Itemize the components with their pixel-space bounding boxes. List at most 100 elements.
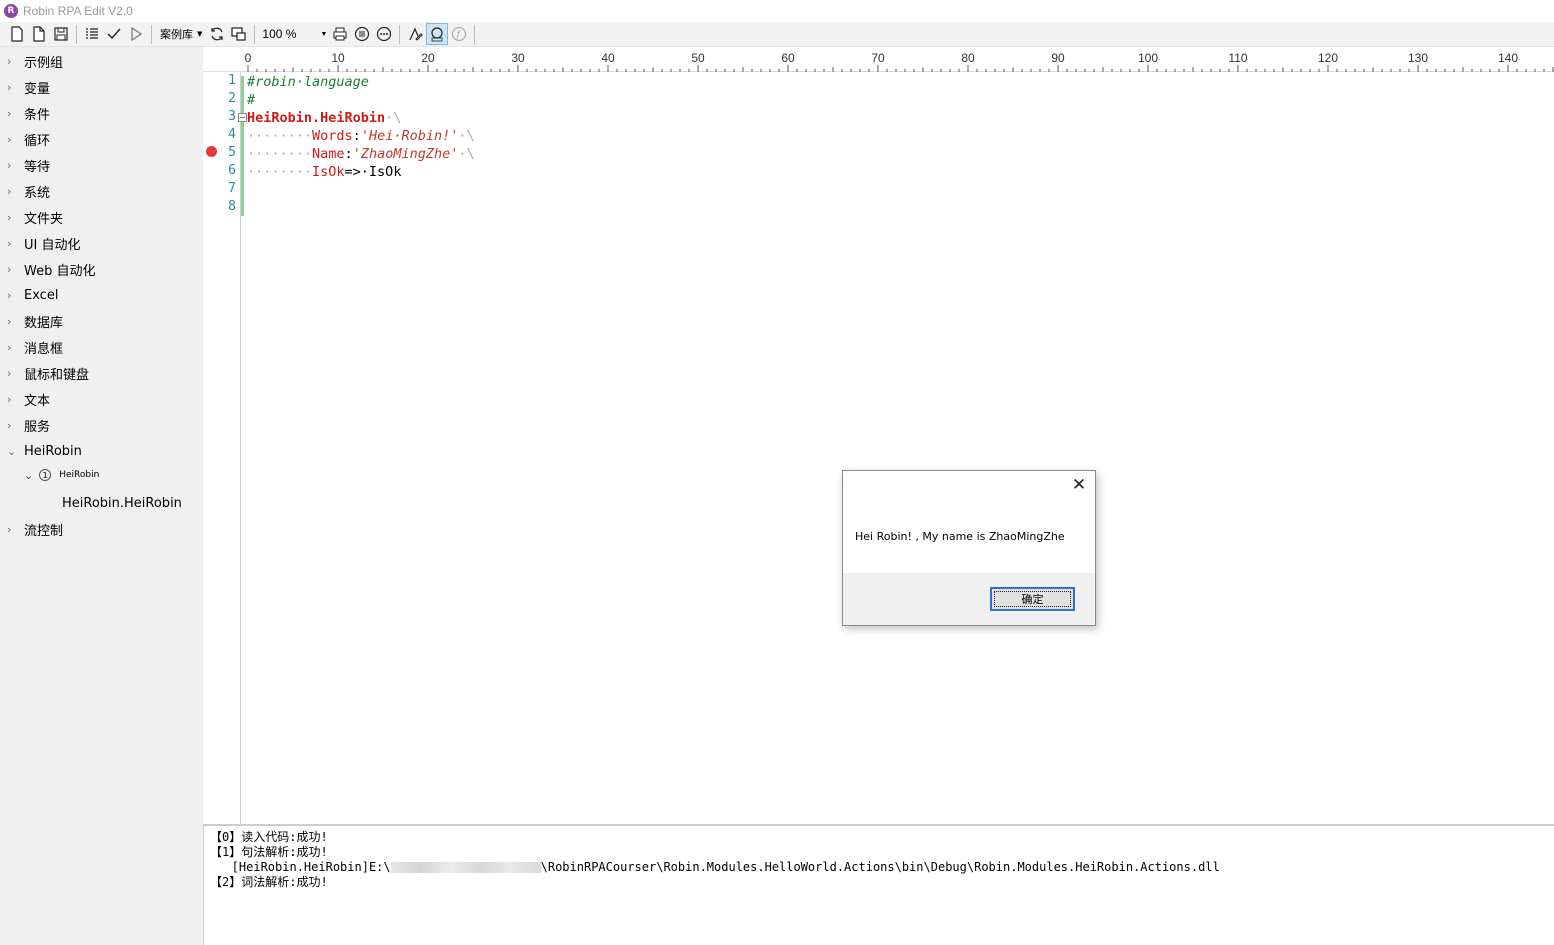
line-number: 6 xyxy=(228,163,236,178)
tree-item[interactable]: › 示例组 xyxy=(0,48,63,74)
chevron-right-icon: › xyxy=(7,392,12,406)
code-param-name: IsOk xyxy=(312,164,345,180)
list-icon[interactable] xyxy=(81,23,103,45)
run-icon[interactable] xyxy=(125,23,147,45)
tree-item[interactable]: › 文本 xyxy=(0,386,50,412)
app-logo-icon: R xyxy=(4,4,18,18)
tree-item[interactable]: › 流控制 xyxy=(0,516,63,542)
new-page-icon[interactable] xyxy=(28,23,50,45)
close-icon[interactable]: ✕ xyxy=(1071,477,1087,494)
tree-item-label: 系统 xyxy=(24,185,51,201)
tree-item[interactable]: › 文件夹 xyxy=(0,204,63,230)
chevron-right-icon: › xyxy=(7,132,12,146)
tree-item[interactable]: › 循环 xyxy=(0,126,50,152)
chevron-right-icon: › xyxy=(7,54,12,68)
tree-item-heirobin[interactable]: ⌄ HeiRobin xyxy=(0,438,82,464)
line-number: 2 xyxy=(228,91,236,106)
ruler-label: 90 xyxy=(1051,51,1065,65)
toolbar-separator xyxy=(76,24,77,44)
ruler-label: 60 xyxy=(781,51,795,65)
log-line: 【2】词法解析:成功! xyxy=(210,875,328,889)
code-param-name: Words xyxy=(312,128,353,144)
tree-item[interactable]: › Web 自动化 xyxy=(0,256,95,282)
change-indicator xyxy=(241,76,244,216)
tree-item[interactable]: › 变量 xyxy=(0,74,50,100)
formula-icon[interactable]: f xyxy=(448,23,470,45)
ruler-label: 70 xyxy=(871,51,885,65)
chevron-right-icon: › xyxy=(7,210,12,224)
tree-item[interactable]: › 服务 xyxy=(0,412,50,438)
log-line: 【1】句法解析:成功! xyxy=(210,845,328,859)
line-number: 3 xyxy=(228,109,236,124)
ruler-label: 120 xyxy=(1318,51,1338,65)
tree-item-label: 条件 xyxy=(24,107,51,123)
chevron-right-icon: › xyxy=(7,340,12,354)
breakpoint-icon[interactable] xyxy=(206,146,217,157)
ruler-label: 140 xyxy=(1498,51,1518,65)
code-continuation: ·\ xyxy=(385,110,402,126)
face-id-icon[interactable] xyxy=(426,23,449,45)
output-log-panel[interactable]: 【0】读入代码:成功! 【1】句法解析:成功! [HeiRobin.HeiRob… xyxy=(203,824,1554,945)
line-number: 4 xyxy=(228,127,236,142)
print-icon[interactable] xyxy=(329,23,351,45)
chevron-down-icon: ▼ xyxy=(197,30,203,38)
toolbar-separator xyxy=(254,24,256,44)
check-icon[interactable] xyxy=(103,23,125,45)
tree-item[interactable]: › 鼠标和键盘 xyxy=(0,360,89,386)
chevron-right-icon: › xyxy=(7,418,12,432)
tree-item-label: 示例组 xyxy=(24,55,64,71)
line-number: 1 xyxy=(228,73,236,88)
function-edit-icon[interactable] xyxy=(404,23,426,45)
code-editor[interactable]: 1 2 3 4 5 6 7 8 − #robin·language # HeiR… xyxy=(203,72,1554,824)
tree-subgroup[interactable]: ⌄ 1 HeiRobin xyxy=(24,463,99,487)
ruler-label: 40 xyxy=(601,51,615,65)
ruler-label: 50 xyxy=(691,51,705,65)
refresh-icon[interactable] xyxy=(206,23,228,45)
code-indent: ········ xyxy=(247,164,313,180)
tree-item[interactable]: › 消息框 xyxy=(0,334,63,360)
chevron-right-icon: › xyxy=(7,158,12,172)
toolbar-separator xyxy=(399,24,401,44)
save-icon[interactable] xyxy=(50,23,72,45)
code-output-assign: =>·IsOk xyxy=(344,164,402,180)
fold-toggle-icon[interactable]: − xyxy=(238,113,247,122)
zoom-select[interactable]: 100 % ▼ xyxy=(259,24,329,44)
column-ruler: 0 10 20 30 40 50 60 70 80 90 100 110 120 130 140 xyxy=(203,47,1554,72)
code-line: ········Name:'ZhaoMingZhe'·\ xyxy=(247,145,475,163)
chevron-right-icon: › xyxy=(7,288,12,302)
tree-item[interactable]: › UI 自动化 xyxy=(0,230,80,256)
title-bar: R Robin RPA Edit V2.0 xyxy=(0,0,1554,22)
code-indent: ········ xyxy=(247,128,313,144)
action-tree-sidebar: › 示例组 › 变量 › 条件 › 循环 › 等待 › 系统 › 文件夹 › UI 自动化 › W… xyxy=(0,47,203,945)
ok-button[interactable]: 确定 xyxy=(990,587,1075,611)
chevron-down-icon: ⌄ xyxy=(7,444,17,458)
chevron-right-icon: › xyxy=(7,262,12,276)
tree-item[interactable]: › 等待 xyxy=(0,152,50,178)
toolbar-separator xyxy=(151,24,152,44)
tree-item-label: 鼠标和键盘 xyxy=(24,367,90,383)
tree-item-label: 变量 xyxy=(24,81,51,97)
code-line: ········IsOk=>·IsOk xyxy=(247,163,401,181)
chevron-right-icon: › xyxy=(7,522,12,536)
tree-item[interactable]: › 数据库 xyxy=(0,308,63,334)
code-continuation: ·\ xyxy=(458,146,475,162)
log-line: 【0】读入代码:成功! xyxy=(210,830,328,844)
new-file-icon[interactable] xyxy=(6,23,28,45)
tree-item[interactable]: › 系统 xyxy=(0,178,50,204)
number-badge-icon: 1 xyxy=(39,469,52,481)
code-comment: # xyxy=(247,92,256,108)
dialog-footer: 确定 xyxy=(843,573,1095,625)
ruler-label: 130 xyxy=(1408,51,1428,65)
more-icon[interactable] xyxy=(373,23,395,45)
tree-item[interactable]: › 条件 xyxy=(0,100,50,126)
chevron-right-icon: › xyxy=(7,314,12,328)
align-icon[interactable] xyxy=(351,23,373,45)
samples-dropdown[interactable]: 案例库 ▼ xyxy=(156,23,206,45)
log-path-suffix: \RobinRPACourser\Robin.Modules.HelloWorl… xyxy=(540,860,1220,874)
tree-item-label: UI 自动化 xyxy=(24,237,81,253)
screen-capture-icon[interactable] xyxy=(228,23,250,45)
log-line: [HeiRobin.HeiRobin]E:\ \RobinRPACourser\R… xyxy=(210,860,1554,875)
zoom-value: 100 % xyxy=(262,27,297,41)
tree-item[interactable]: › Excel xyxy=(0,282,58,308)
tree-leaf-heirobin-action[interactable]: HeiRobin.HeiRobin xyxy=(62,490,182,516)
